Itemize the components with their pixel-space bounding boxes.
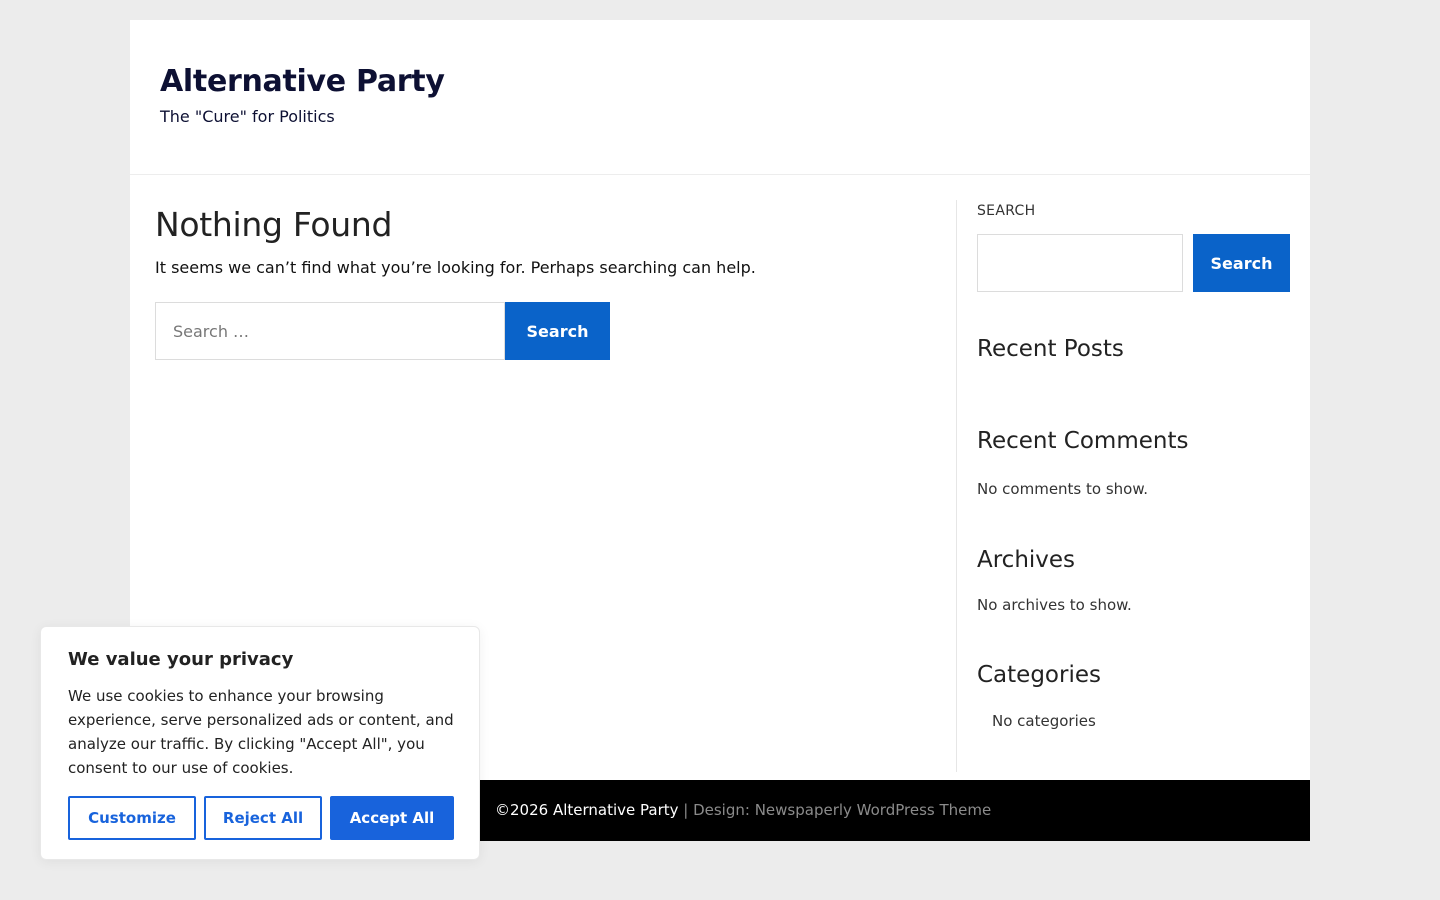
sidebar-search-input[interactable] — [977, 234, 1183, 292]
site-title[interactable]: Alternative Party — [160, 64, 445, 99]
cookie-consent-banner: We value your privacy We use cookies to … — [40, 626, 480, 860]
search-form: Search — [155, 302, 610, 360]
recent-comments-empty: No comments to show. — [977, 480, 1148, 498]
footer-copyright: ©2026 Alternative Party — [495, 801, 679, 819]
page-title: Nothing Found — [155, 205, 393, 244]
recent-posts-title: Recent Posts — [977, 336, 1124, 362]
site-tagline: The "Cure" for Politics — [160, 107, 335, 126]
sidebar: SEARCH Search Recent Posts Recent Commen… — [956, 200, 1310, 772]
footer-credit[interactable]: | Design: Newspaperly WordPress Theme — [679, 801, 991, 819]
recent-comments-title: Recent Comments — [977, 428, 1189, 454]
categories-empty: No categories — [992, 712, 1096, 730]
footer-text: ©2026 Alternative Party | Design: Newspa… — [495, 801, 991, 819]
archives-empty: No archives to show. — [977, 596, 1132, 614]
cookie-buttons: Customize Reject All Accept All — [68, 796, 454, 840]
search-input[interactable] — [155, 302, 505, 360]
reject-all-button[interactable]: Reject All — [204, 796, 322, 840]
site-header: Alternative Party The "Cure" for Politic… — [130, 20, 1310, 175]
sidebar-search-form: Search — [977, 234, 1290, 292]
search-button[interactable]: Search — [505, 302, 610, 360]
not-found-message: It seems we can’t find what you’re looki… — [155, 258, 756, 277]
cookie-title: We value your privacy — [68, 649, 294, 670]
main-content: Nothing Found It seems we can’t find wha… — [155, 205, 945, 360]
accept-all-button[interactable]: Accept All — [330, 796, 454, 840]
sidebar-search-label: SEARCH — [977, 203, 1036, 219]
sidebar-search-button[interactable]: Search — [1193, 234, 1290, 292]
archives-title: Archives — [977, 547, 1076, 573]
cookie-description: We use cookies to enhance your browsing … — [68, 687, 454, 777]
categories-title: Categories — [977, 662, 1101, 688]
customize-button[interactable]: Customize — [68, 796, 196, 840]
